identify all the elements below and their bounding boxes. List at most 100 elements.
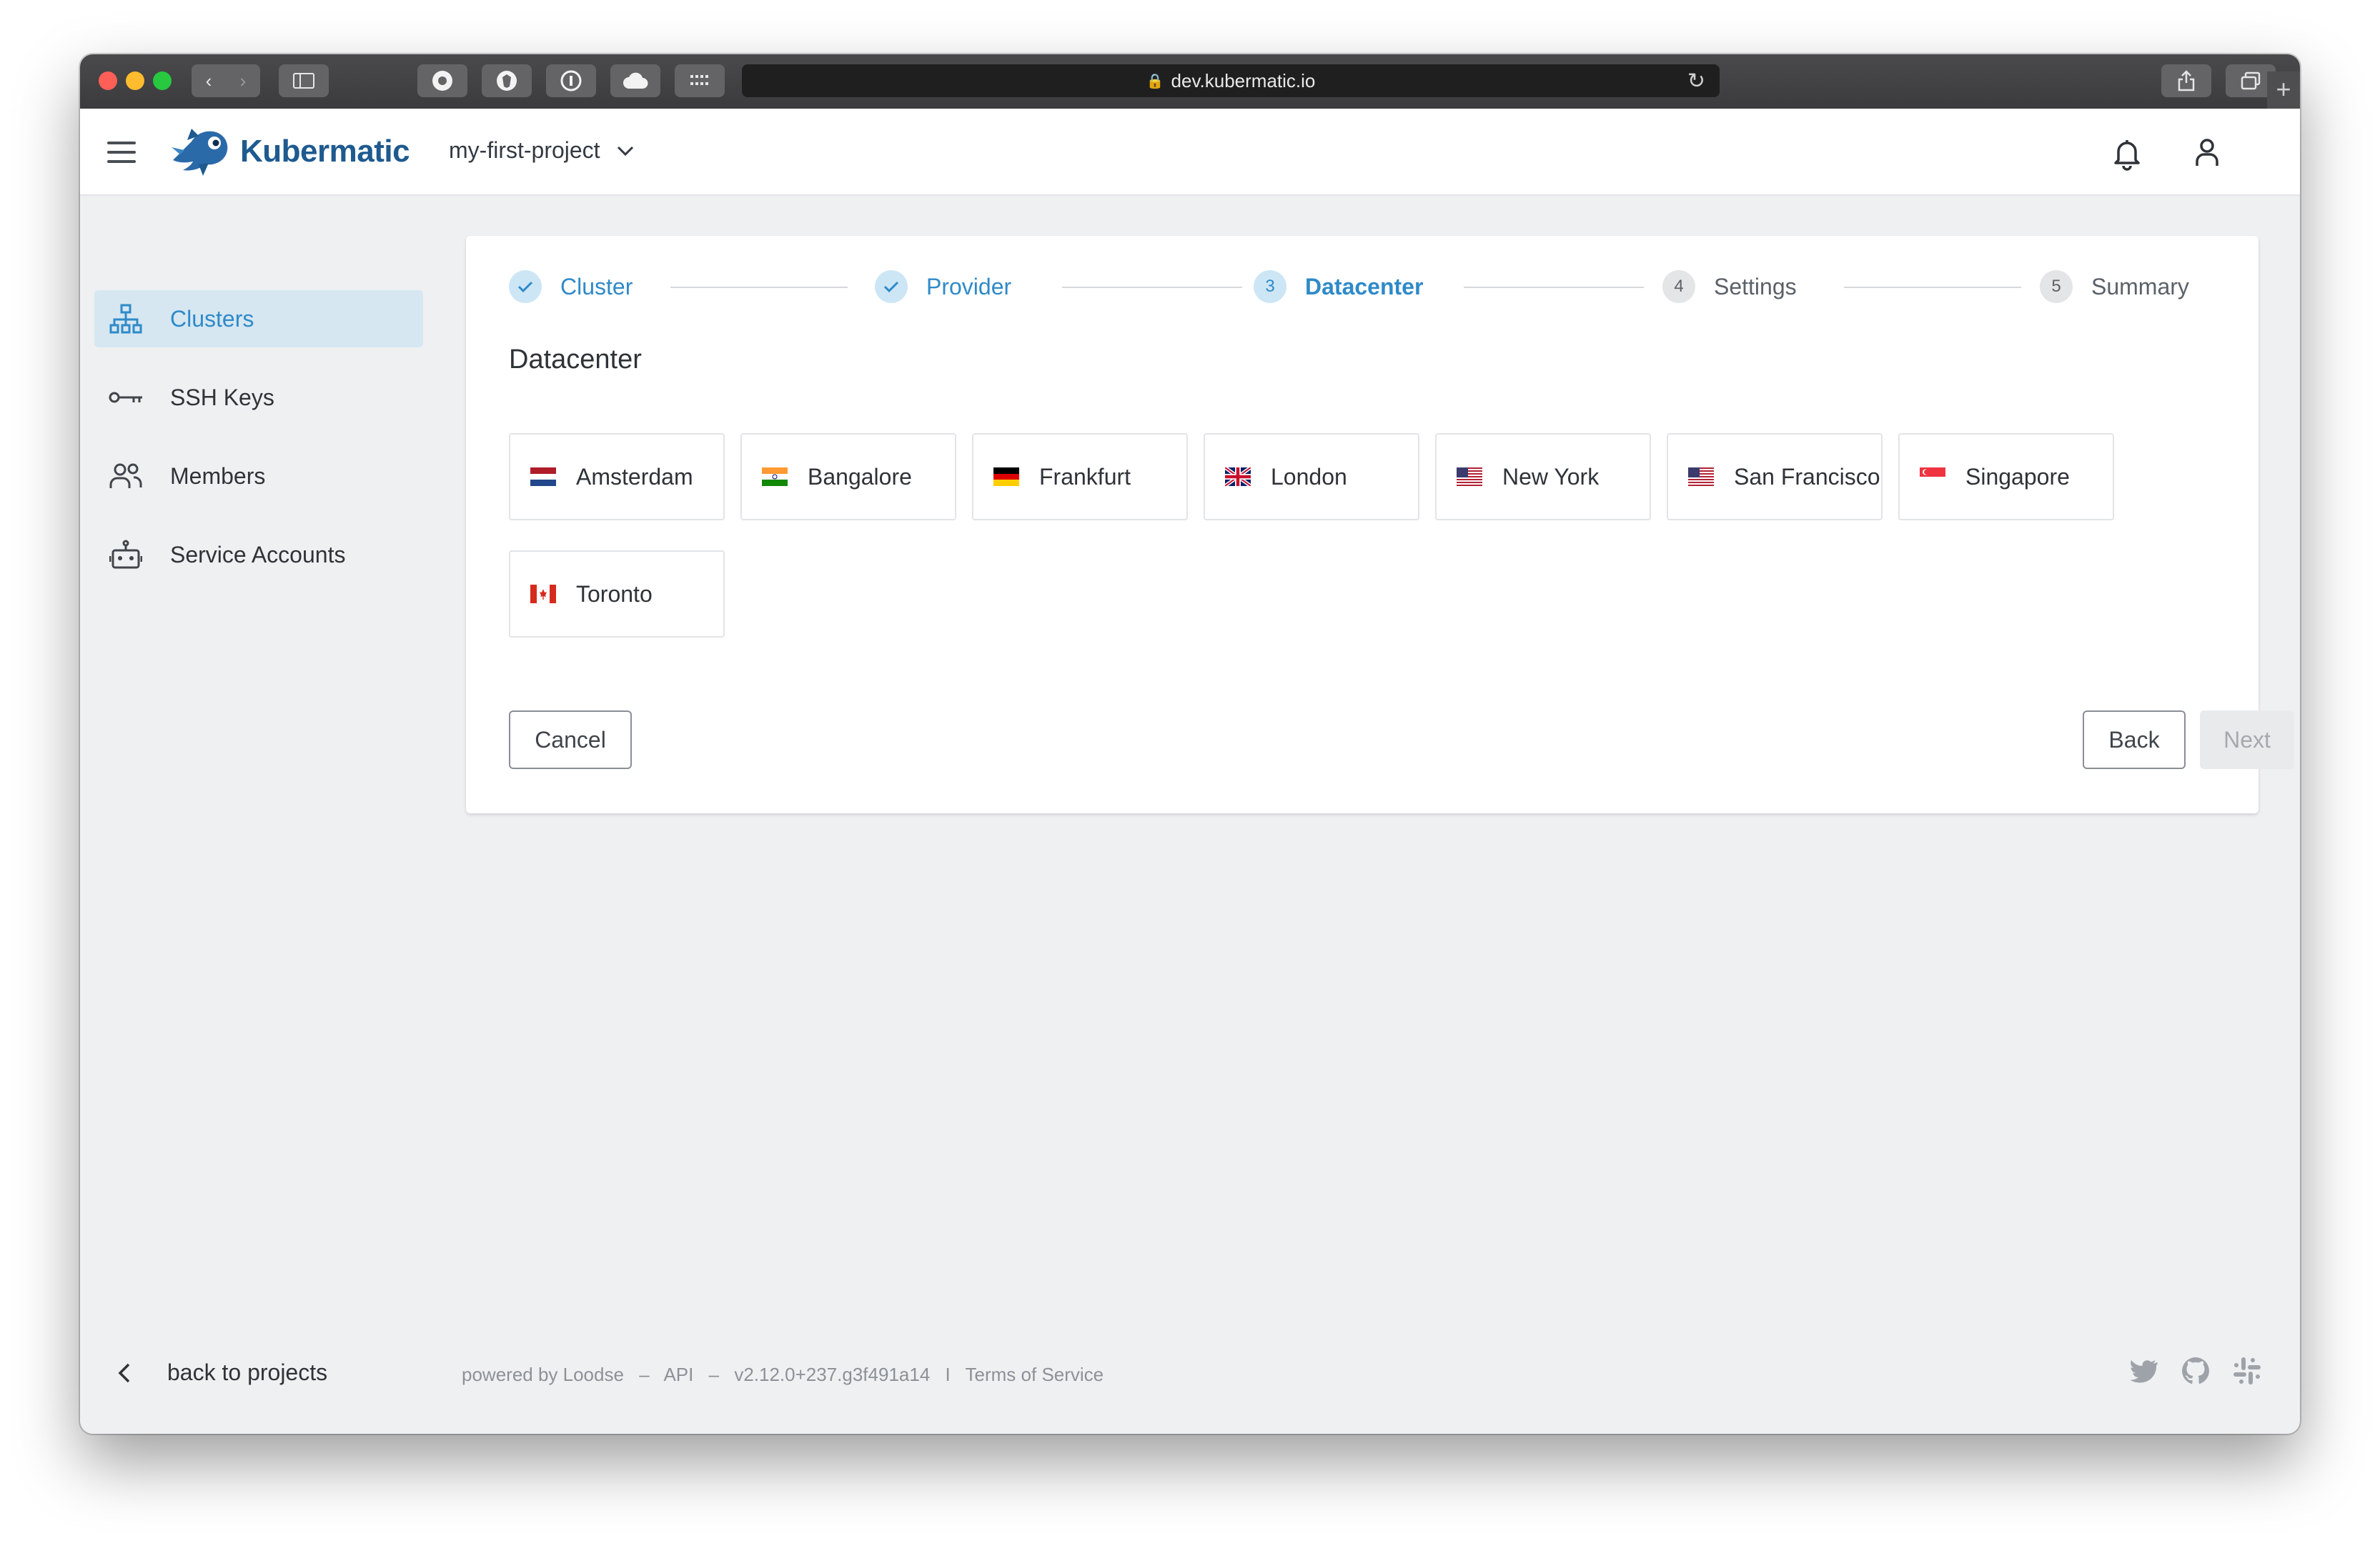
user-icon bbox=[2196, 139, 2218, 166]
grid-button[interactable] bbox=[675, 64, 725, 97]
chevron-down-icon bbox=[617, 146, 633, 156]
footer-separator: – bbox=[639, 1364, 650, 1385]
step-label: Settings bbox=[1714, 273, 1797, 299]
flag-nl-icon bbox=[530, 467, 556, 486]
step-label: Datacenter bbox=[1305, 273, 1424, 299]
version-text: v2.12.0+237.g3f491a14 bbox=[734, 1364, 931, 1385]
sidebar-item-label: SSH Keys bbox=[170, 384, 274, 410]
datacenter-tile-amsterdam[interactable]: Amsterdam bbox=[509, 433, 725, 520]
sidebar-item-service-accounts[interactable]: Service Accounts bbox=[94, 526, 423, 583]
sidebar-item-members[interactable]: Members bbox=[94, 447, 423, 505]
reload-icon[interactable]: ↻ bbox=[1687, 69, 1705, 94]
datacenter-name: Singapore bbox=[1965, 463, 2070, 490]
datacenter-tile-san-francisco[interactable]: San Francisco bbox=[1667, 433, 1883, 520]
sidebar-item-label: Clusters bbox=[170, 305, 254, 332]
datacenter-name: Frankfurt bbox=[1039, 463, 1131, 490]
cluster-wizard-card: Cluster Provider 3 Datacenter 4 Settings bbox=[466, 236, 2294, 813]
step-settings[interactable]: 4 Settings bbox=[1662, 270, 1797, 303]
brand-logo[interactable]: Kubermatic bbox=[170, 126, 410, 177]
step-datacenter[interactable]: 3 Datacenter bbox=[1254, 270, 1423, 303]
step-provider[interactable]: Provider bbox=[875, 270, 1011, 303]
datacenter-tile-bangalore[interactable]: Bangalore bbox=[740, 433, 956, 520]
address-bar[interactable]: 🔒 dev.kubermatic.io ↻ bbox=[742, 64, 1720, 97]
datacenter-name: Toronto bbox=[576, 580, 653, 607]
flag-de-icon bbox=[993, 467, 1019, 486]
browser-toolbar: ‹ › 🔒 dev.kubermatic.io ↻ + bbox=[80, 54, 2300, 110]
brand-name: Kubermatic bbox=[240, 134, 410, 169]
powered-by-link[interactable]: powered by Loodse bbox=[462, 1364, 624, 1385]
step-number: 3 bbox=[1254, 270, 1286, 303]
sidebar-item-label: Service Accounts bbox=[170, 541, 346, 568]
footer-separator: I bbox=[945, 1364, 951, 1385]
back-to-projects-link[interactable]: back to projects bbox=[111, 1359, 327, 1386]
cancel-button[interactable]: Cancel bbox=[509, 710, 632, 769]
sidebar-item-label: Members bbox=[170, 462, 266, 489]
datacenter-name: San Francisco bbox=[1734, 463, 1880, 490]
sidebar-toggle-button[interactable] bbox=[279, 64, 329, 97]
minimize-window-button[interactable] bbox=[126, 71, 144, 90]
step-label: Cluster bbox=[560, 273, 633, 299]
cloud-icon bbox=[623, 72, 648, 89]
slack-link[interactable] bbox=[2231, 1355, 2263, 1387]
datacenter-name: London bbox=[1271, 463, 1347, 490]
chevron-left-icon bbox=[118, 1363, 130, 1382]
datacenter-name: Amsterdam bbox=[576, 463, 693, 490]
datacenter-tile-new-york[interactable]: New York bbox=[1435, 433, 1651, 520]
browser-back-button[interactable]: ‹ bbox=[192, 70, 226, 92]
grid-icon bbox=[690, 75, 708, 85]
share-button[interactable] bbox=[2161, 64, 2211, 97]
notifications-button[interactable] bbox=[2108, 134, 2146, 172]
flag-us-icon bbox=[1688, 467, 1714, 486]
step-connector bbox=[1464, 287, 1644, 288]
footer-separator: – bbox=[708, 1364, 720, 1385]
user-menu-button[interactable] bbox=[2188, 134, 2226, 172]
slack-icon bbox=[2233, 1357, 2261, 1384]
flag-gb-icon bbox=[1225, 467, 1251, 486]
sidebar-item-ssh-keys[interactable]: SSH Keys bbox=[94, 369, 423, 426]
close-window-button[interactable] bbox=[99, 71, 117, 90]
url-text: dev.kubermatic.io bbox=[1171, 69, 1316, 91]
step-summary[interactable]: 5 Summary bbox=[2040, 270, 2189, 303]
menu-icon[interactable] bbox=[107, 142, 136, 169]
datacenter-tile-singapore[interactable]: Singapore bbox=[1898, 433, 2114, 520]
terms-of-service-link[interactable]: Terms of Service bbox=[966, 1364, 1104, 1385]
history-nav: ‹ › bbox=[192, 64, 260, 97]
next-button[interactable]: Next bbox=[2200, 710, 2294, 769]
extension-button-3[interactable] bbox=[546, 64, 596, 97]
robot-icon bbox=[107, 536, 144, 573]
sidebar-icon bbox=[293, 73, 314, 89]
kubermatic-logo-icon bbox=[172, 129, 228, 176]
back-button[interactable]: Back bbox=[2083, 710, 2186, 769]
flag-sg-icon bbox=[1920, 467, 1945, 486]
app-header: Kubermatic my-first-project bbox=[80, 109, 2300, 196]
extension-button-4[interactable] bbox=[610, 64, 660, 97]
step-number: 5 bbox=[2040, 270, 2073, 303]
step-connector bbox=[1844, 287, 2021, 288]
api-link[interactable]: API bbox=[663, 1364, 693, 1385]
step-label: Summary bbox=[2091, 273, 2189, 299]
footer: powered by Loodse – API – v2.12.0+237.g3… bbox=[462, 1364, 1114, 1386]
key-icon bbox=[107, 379, 144, 416]
datacenter-name: Bangalore bbox=[808, 463, 912, 490]
datacenter-tile-toronto[interactable]: Toronto bbox=[509, 550, 725, 638]
project-name: my-first-project bbox=[449, 137, 600, 163]
extension-button-2[interactable] bbox=[482, 64, 532, 97]
check-icon bbox=[509, 270, 542, 303]
twitter-icon bbox=[2130, 1360, 2158, 1383]
step-cluster[interactable]: Cluster bbox=[509, 270, 633, 303]
browser-forward-button[interactable]: › bbox=[226, 70, 260, 92]
lock-icon: 🔒 bbox=[1146, 73, 1164, 89]
github-link[interactable] bbox=[2180, 1355, 2211, 1387]
extension-button-1[interactable] bbox=[417, 64, 467, 97]
datacenter-tile-frankfurt[interactable]: Frankfurt bbox=[972, 433, 1188, 520]
datacenter-tile-london[interactable]: London bbox=[1204, 433, 1419, 520]
wizard-stepper: Cluster Provider 3 Datacenter 4 Settings bbox=[509, 270, 2224, 313]
project-selector[interactable]: my-first-project bbox=[449, 137, 635, 164]
sitemap-icon bbox=[107, 300, 144, 337]
twitter-link[interactable] bbox=[2128, 1355, 2160, 1387]
sidebar-item-clusters[interactable]: Clusters bbox=[94, 290, 423, 347]
new-tab-button[interactable]: + bbox=[2267, 71, 2300, 109]
step-connector bbox=[1062, 287, 1242, 288]
flag-us-icon bbox=[1457, 467, 1482, 486]
zoom-window-button[interactable] bbox=[153, 71, 172, 90]
